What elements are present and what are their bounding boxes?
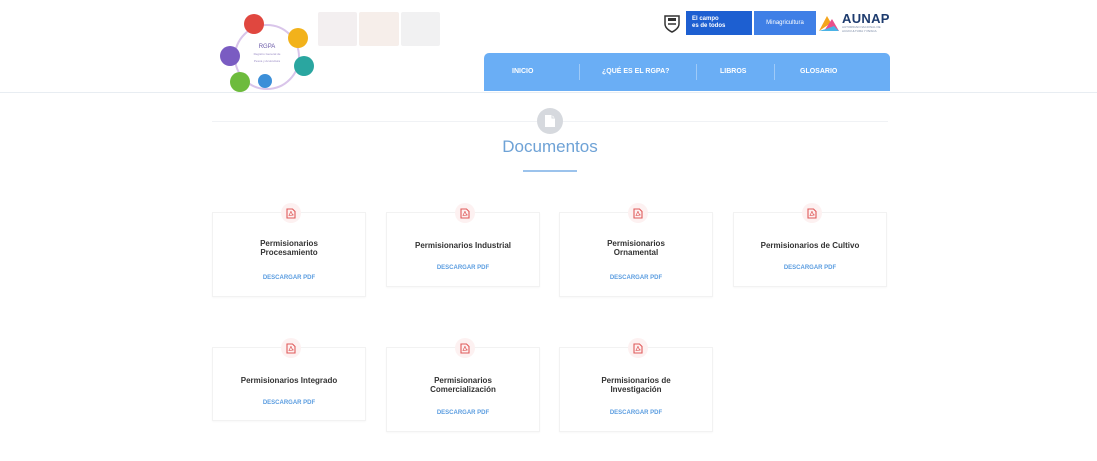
thumbnail — [359, 12, 399, 46]
download-pdf-link[interactable]: DESCARGAR PDF — [387, 265, 539, 271]
pdf-icon — [281, 203, 301, 223]
logo-name: RGPA — [258, 44, 276, 50]
card-title: Permisionarios Comercialización — [391, 376, 535, 394]
download-pdf-link[interactable]: DESCARGAR PDF — [560, 410, 712, 416]
nav-divider — [696, 64, 697, 80]
section-title: Documentos — [502, 137, 598, 156]
pdf-icon — [281, 338, 301, 358]
colombia-shield-icon — [662, 12, 682, 34]
card-title-line: Ornamental — [613, 248, 659, 257]
logo-tagline: Registro General de Pesca y Acuicultura — [253, 52, 281, 63]
nav-glosario[interactable]: GLOSARIO — [800, 68, 837, 75]
card-title-line: Permisionarios — [434, 376, 492, 385]
card-title-line: Permisionarios Integrado — [240, 376, 338, 385]
aunap-title: AUNAP — [842, 11, 890, 26]
logo-dot — [230, 72, 250, 92]
logo-dot — [258, 74, 272, 88]
download-pdf-link[interactable]: DESCARGAR PDF — [213, 400, 365, 406]
card-title: Permisionarios Ornamental — [564, 239, 708, 257]
rgpa-logo[interactable]: RGPA Registro General de Pesca y Acuicul… — [214, 10, 314, 95]
campo-line1: El campo — [692, 16, 719, 22]
pdf-icon — [455, 203, 475, 223]
pdf-icon — [628, 203, 648, 223]
nav-divider — [579, 64, 580, 80]
faded-banner-thumbnails — [318, 12, 440, 46]
document-card: Permisionarios Comercialización DESCARGA… — [386, 338, 540, 432]
card-title: Permisionarios Industrial — [391, 241, 535, 250]
download-pdf-link[interactable]: DESCARGAR PDF — [734, 265, 886, 271]
thumbnail — [318, 12, 358, 46]
card-title-line: Comercialización — [430, 385, 496, 394]
document-card: Permisionarios Procesamiento DESCARGAR P… — [212, 203, 366, 297]
document-card: Permisionarios Ornamental DESCARGAR PDF — [559, 203, 713, 297]
card-title-line: Procesamiento — [260, 248, 318, 257]
logo-text: RGPA Registro General de Pesca y Acuicul… — [252, 44, 282, 65]
campo-line2: es de todos — [692, 23, 726, 29]
document-icon — [537, 108, 563, 134]
pdf-icon — [802, 203, 822, 223]
nav-libros[interactable]: LIBROS — [720, 68, 746, 75]
card-title-line: Permisionarios Industrial — [414, 241, 512, 250]
main-nav: INICIO ¿QUÉ ES EL RGPA? LIBROS GLOSARIO — [484, 53, 890, 91]
pdf-icon — [628, 338, 648, 358]
document-card: Permisionarios Industrial DESCARGAR PDF — [386, 203, 540, 287]
card-title: Permisionarios Procesamiento — [217, 239, 361, 257]
government-logos: El campo es de todos Minagricultura — [662, 10, 816, 36]
header-divider — [0, 92, 1097, 93]
nav-divider — [774, 64, 775, 80]
logo-dot — [220, 46, 240, 66]
card-title: Permisionarios de Cultivo — [738, 241, 882, 250]
title-underline — [523, 170, 577, 172]
card-title-line: Permisionarios de — [601, 376, 671, 385]
download-pdf-link[interactable]: DESCARGAR PDF — [387, 410, 539, 416]
card-title-line: Permisionarios — [260, 239, 318, 248]
download-pdf-link[interactable]: DESCARGAR PDF — [213, 275, 365, 281]
document-card: Permisionarios de Cultivo DESCARGAR PDF — [733, 203, 887, 287]
card-title-line: Permisionarios de Cultivo — [760, 241, 860, 250]
aunap-subtitle: AUTORIDAD NACIONAL DE ACUICULTURA Y PESC… — [842, 25, 881, 33]
aunap-mark-icon — [819, 15, 839, 31]
card-title-line: Investigación — [610, 385, 662, 394]
aunap-logo[interactable]: AUNAP AUTORIDAD NACIONAL DE ACUICULTURA … — [818, 12, 896, 33]
nav-que-es-rgpa[interactable]: ¿QUÉ ES EL RGPA? — [602, 68, 669, 75]
card-title: Permisionarios Integrado — [217, 376, 361, 385]
minagricultura-logo: Minagricultura — [754, 11, 816, 35]
nav-inicio[interactable]: INICIO — [512, 68, 533, 75]
document-card: Permisionarios Integrado DESCARGAR PDF — [212, 338, 366, 421]
card-title: Permisionarios de Investigación — [564, 376, 708, 394]
logo-dot — [244, 14, 264, 34]
logo-dot — [288, 28, 308, 48]
thumbnail — [400, 12, 440, 46]
el-campo-logo: El campo es de todos — [686, 11, 752, 35]
pdf-icon — [455, 338, 475, 358]
download-pdf-link[interactable]: DESCARGAR PDF — [560, 275, 712, 281]
card-title-line: Permisionarios — [607, 239, 665, 248]
logo-dot — [294, 56, 314, 76]
document-card: Permisionarios de Investigación DESCARGA… — [559, 338, 713, 432]
